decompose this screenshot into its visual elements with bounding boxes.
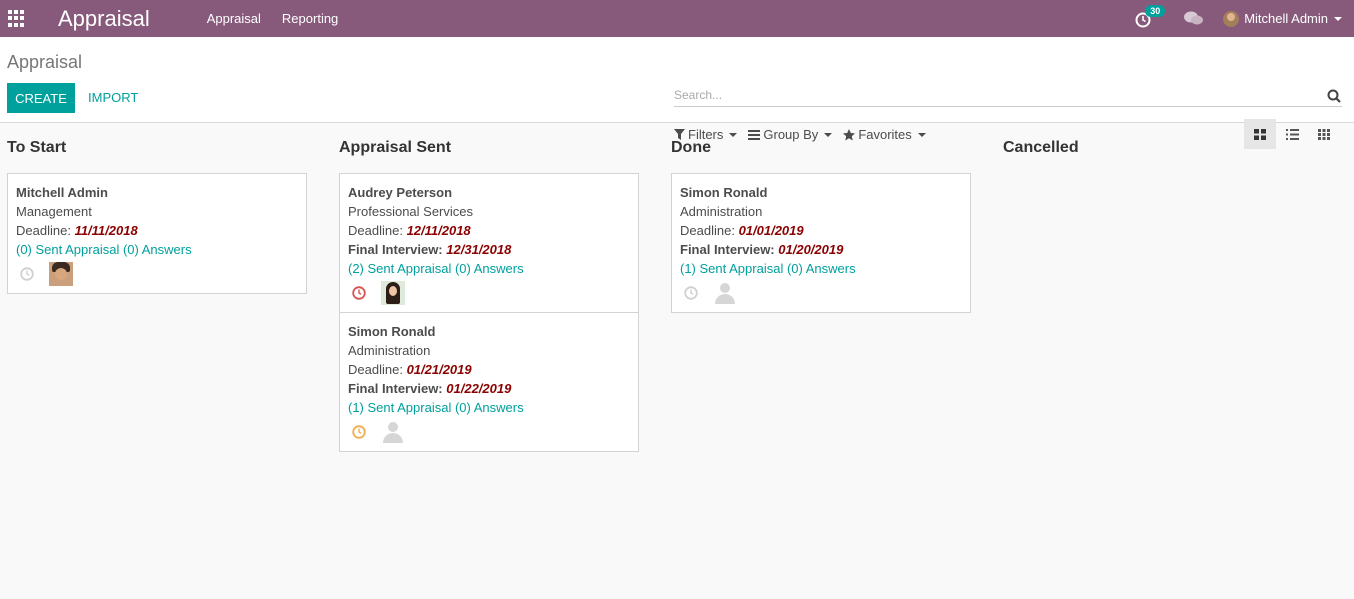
card-department: Management	[16, 204, 92, 219]
interview-label: Final Interview:	[348, 381, 443, 396]
chevron-down-icon	[729, 132, 738, 137]
kanban-column-to-start: To Start Mitchell Admin Management Deadl…	[7, 139, 307, 452]
menu-item-reporting[interactable]: Reporting	[282, 11, 338, 26]
card-employee-name: Simon Ronald	[348, 324, 436, 339]
chat-icon[interactable]	[1183, 9, 1205, 29]
breadcrumb: Appraisal	[7, 52, 83, 72]
favorites-label: Favorites	[858, 127, 912, 142]
kanban-icon	[1254, 128, 1266, 140]
card-department: Administration	[680, 204, 763, 219]
employee-avatar-placeholder	[713, 281, 737, 305]
card-department: Administration	[348, 343, 431, 358]
grid-icon	[1318, 128, 1330, 140]
kanban-card[interactable]: Audrey Peterson Professional Services De…	[339, 173, 639, 313]
chevron-down-icon	[917, 132, 926, 137]
search-icon[interactable]	[1327, 89, 1341, 103]
interview-label: Final Interview:	[348, 242, 443, 257]
apps-menu-icon[interactable]	[8, 9, 26, 28]
card-employee-name: Mitchell Admin	[16, 185, 108, 200]
card-department: Professional Services	[348, 204, 473, 219]
employee-avatar	[49, 262, 73, 286]
activity-clock-icon[interactable]	[684, 286, 698, 300]
kanban-column-cancelled: Cancelled	[1003, 139, 1303, 452]
filters-dropdown[interactable]: Filters	[674, 127, 738, 142]
chevron-down-icon	[1334, 16, 1342, 21]
grid-view-button[interactable]	[1308, 119, 1340, 149]
card-appraisal-link[interactable]: (2) Sent Appraisal (0) Answers	[348, 259, 630, 278]
column-title[interactable]: To Start	[7, 139, 307, 157]
deadline-label: Deadline:	[16, 223, 71, 238]
card-appraisal-link[interactable]: (0) Sent Appraisal (0) Answers	[16, 240, 298, 259]
groupby-label: Group By	[763, 127, 819, 142]
column-title[interactable]: Appraisal Sent	[339, 139, 639, 157]
kanban-board: To Start Mitchell Admin Management Deadl…	[0, 123, 1354, 452]
import-button[interactable]: IMPORT	[88, 90, 138, 105]
list-icon	[1285, 128, 1299, 140]
kanban-view-button[interactable]	[1244, 119, 1276, 149]
deadline-label: Deadline:	[348, 223, 403, 238]
interview-date: 12/31/2018	[446, 242, 512, 257]
star-icon	[843, 128, 856, 141]
deadline-date: 01/01/2019	[738, 223, 804, 238]
employee-avatar-placeholder	[381, 420, 405, 444]
kanban-card[interactable]: Simon Ronald Administration Deadline: 01…	[339, 313, 639, 452]
groupby-dropdown[interactable]: Group By	[748, 127, 833, 142]
user-avatar	[1223, 10, 1240, 27]
activity-menu[interactable]: 30	[1135, 4, 1166, 29]
card-appraisal-link[interactable]: (1) Sent Appraisal (0) Answers	[348, 398, 630, 417]
control-panel: Appraisal CREATE IMPORT Filters Group By	[0, 37, 1354, 149]
kanban-card[interactable]: Mitchell Admin Management Deadline: 11/1…	[7, 173, 307, 294]
deadline-date: 11/11/2018	[74, 223, 138, 238]
favorites-dropdown[interactable]: Favorites	[843, 127, 926, 142]
list-view-button[interactable]	[1276, 119, 1308, 149]
activity-clock-icon[interactable]	[20, 267, 34, 281]
list-icon	[748, 129, 761, 140]
card-appraisal-link[interactable]: (1) Sent Appraisal (0) Answers	[680, 259, 962, 278]
chevron-down-icon	[824, 132, 833, 137]
search-input[interactable]	[674, 85, 1314, 102]
employee-avatar	[381, 281, 405, 305]
app-brand: Appraisal	[58, 5, 150, 31]
activity-count-badge: 30	[1145, 4, 1166, 17]
filters-label: Filters	[688, 127, 724, 142]
kanban-card[interactable]: Simon Ronald Administration Deadline: 01…	[671, 173, 971, 313]
main-menu: Appraisal Reporting	[207, 11, 360, 26]
deadline-label: Deadline:	[680, 223, 735, 238]
menu-item-appraisal[interactable]: Appraisal	[207, 11, 261, 26]
user-menu[interactable]: Mitchell Admin	[1223, 10, 1342, 27]
user-name: Mitchell Admin	[1244, 11, 1328, 26]
activity-clock-icon[interactable]	[352, 425, 366, 439]
kanban-column-appraisal-sent: Appraisal Sent Audrey Peterson Professio…	[339, 139, 639, 452]
card-employee-name: Audrey Peterson	[348, 185, 453, 200]
view-switcher	[1244, 119, 1340, 149]
deadline-label: Deadline:	[348, 362, 403, 377]
top-navbar: Appraisal Appraisal Reporting 30 Mitchel…	[0, 0, 1354, 37]
card-employee-name: Simon Ronald	[680, 185, 768, 200]
interview-date: 01/20/2019	[778, 242, 844, 257]
interview-label: Final Interview:	[680, 242, 775, 257]
kanban-column-done: Done Simon Ronald Administration Deadlin…	[671, 139, 971, 452]
deadline-date: 01/21/2019	[406, 362, 472, 377]
search-box	[674, 85, 1342, 107]
search-options: Filters Group By Favorites	[674, 127, 937, 142]
interview-date: 01/22/2019	[446, 381, 512, 396]
filter-icon	[674, 129, 685, 140]
deadline-date: 12/11/2018	[406, 223, 471, 238]
create-button[interactable]: CREATE	[7, 83, 75, 113]
activity-clock-icon[interactable]	[352, 286, 366, 300]
